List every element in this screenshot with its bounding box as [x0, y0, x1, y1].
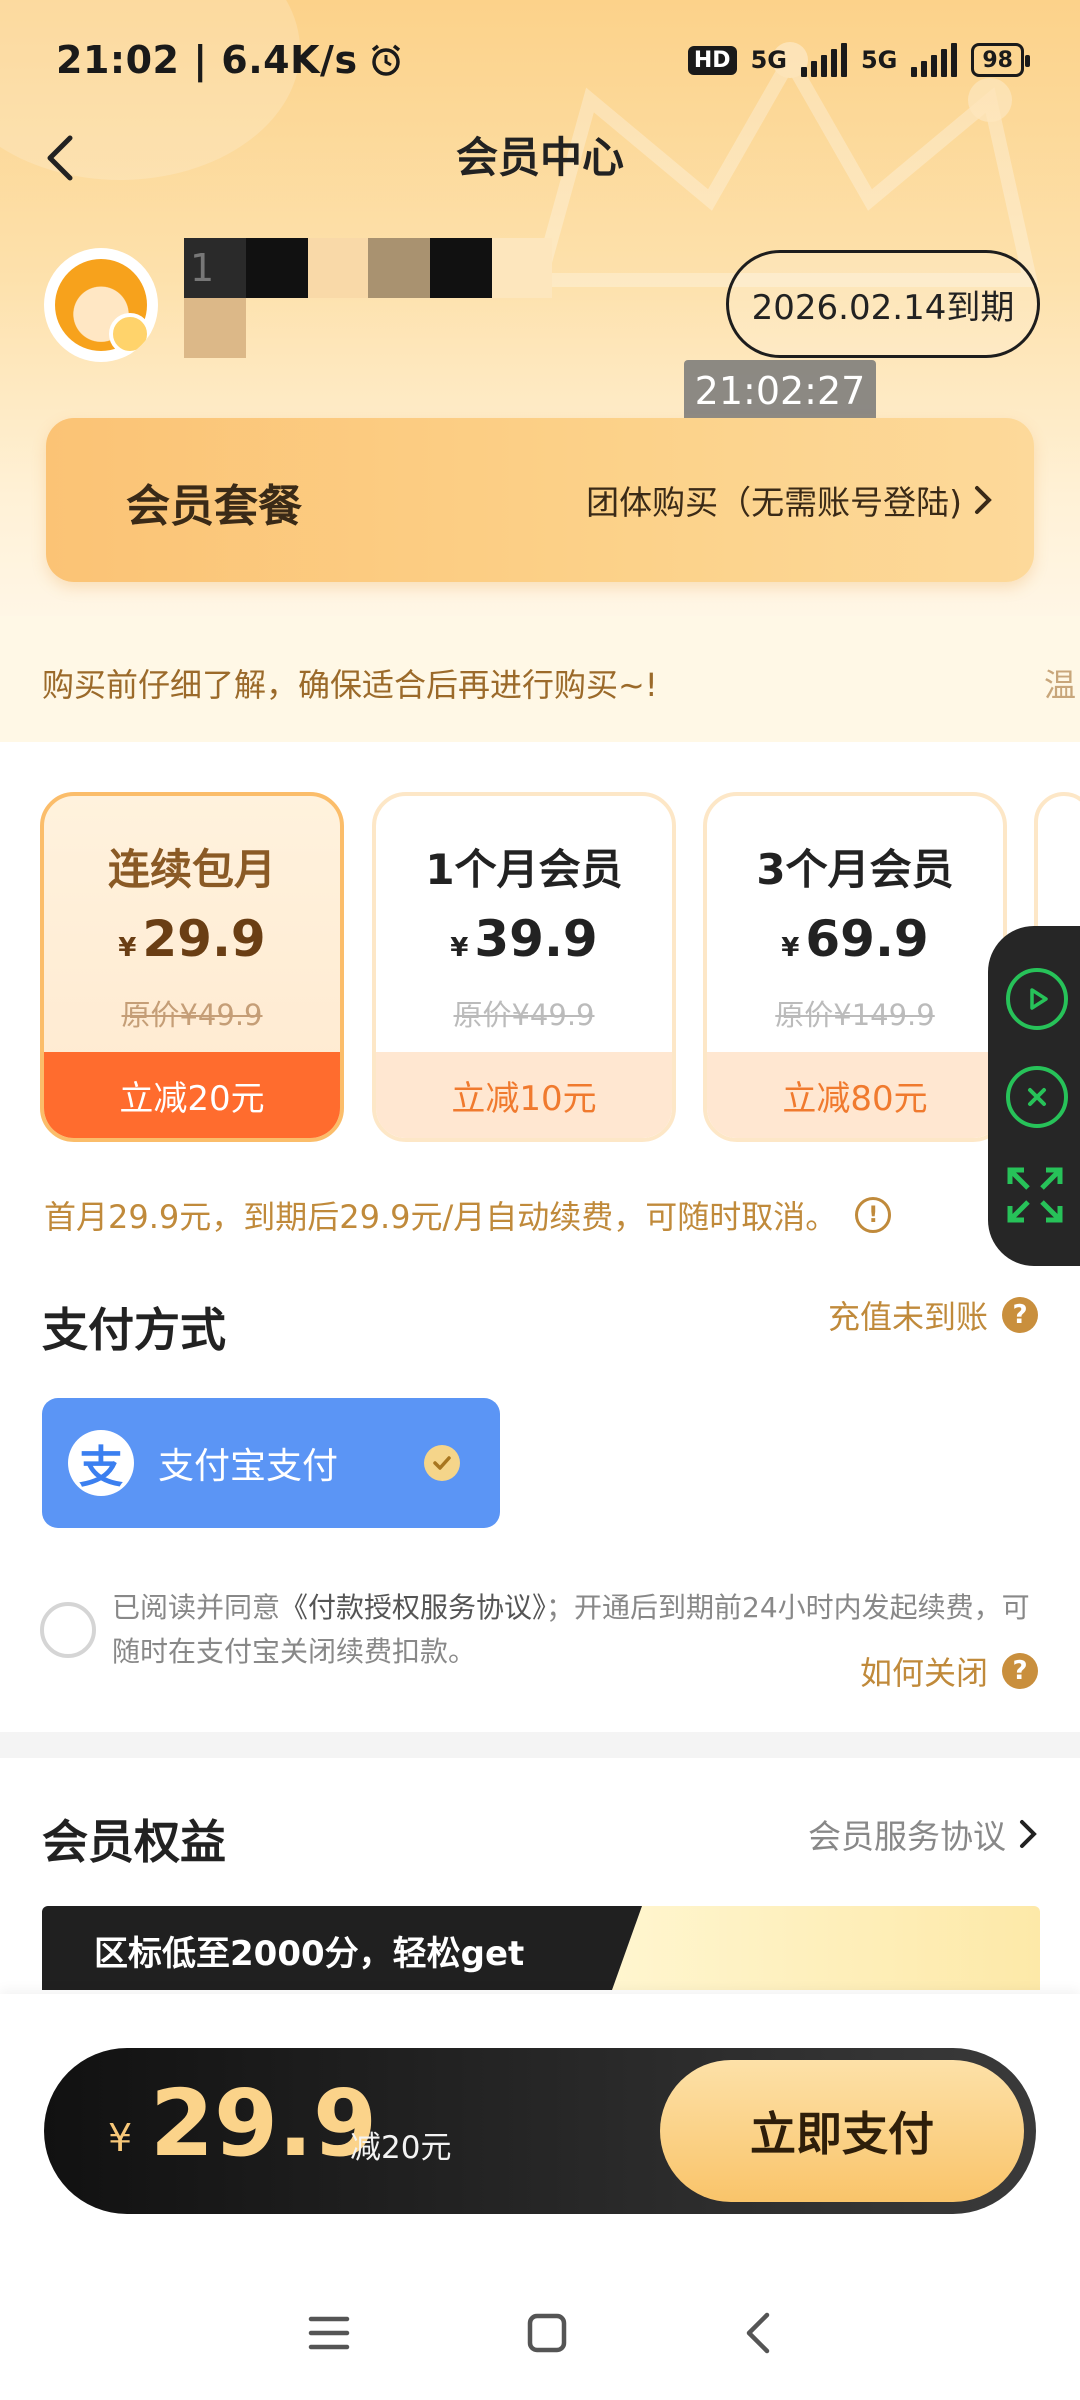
autorenew-note: 首月29.9元，到期后29.9元/月自动续费，可随时取消。 ! [44, 1192, 892, 1238]
group-buy-link[interactable]: 团体购买（无需账号登陆) [586, 476, 994, 524]
plan-card-1-month[interactable]: 1个月会员 ¥39.9 原价¥49.9 立减10元 [372, 792, 676, 1142]
group-buy-label: 团体购买（无需账号登陆) [586, 483, 962, 522]
info-icon[interactable]: ! [855, 1197, 892, 1233]
autorenew-text: 首月29.9元，到期后29.9元/月自动续费，可随时取消。 [44, 1198, 838, 1236]
plan-price: ¥69.9 [707, 910, 1003, 968]
plan-card-3-month[interactable]: 3个月会员 ¥69.9 原价¥149.9 立减80元 [703, 792, 1007, 1142]
banner-light-bg [602, 1906, 1040, 1990]
help-icon: ? [1002, 1653, 1038, 1689]
agree-checkbox[interactable] [40, 1602, 96, 1658]
pay-now-button[interactable]: 立即支付 [660, 2060, 1024, 2202]
redact-block [492, 238, 552, 298]
battery-level: 98 [982, 47, 1013, 73]
total-currency: ¥ [108, 2116, 133, 2160]
recharge-not-arrived-link[interactable]: 充值未到账 ? [828, 1292, 1038, 1338]
plan-original-price: 原价¥149.9 [775, 998, 935, 1032]
notice-text-next: 温 [1044, 666, 1077, 704]
system-nav-bar [0, 2290, 1080, 2380]
alipay-label: 支付宝支付 [158, 1446, 339, 1487]
network-5g-1: 5G [750, 46, 787, 74]
help-icon: ? [1002, 1297, 1038, 1333]
banner-text: 区标低至2000分，轻松get [94, 1934, 525, 1974]
notice-text: 购买前仔细了解，确保适合后再进行购买~! [42, 666, 658, 704]
benefits-title: 会员权益 [42, 1815, 226, 1869]
redact-block [184, 298, 246, 358]
redact-block [308, 238, 368, 298]
member-package-bar: 会员套餐 团体购买（无需账号登陆) [46, 418, 1034, 582]
floating-control-panel [988, 926, 1080, 1266]
home-square-icon [527, 2313, 567, 2353]
close-icon [1028, 1088, 1046, 1106]
alarm-icon [371, 44, 400, 76]
redact-block [368, 238, 430, 298]
signal-icon [800, 43, 847, 77]
currency-symbol: ¥ [118, 933, 137, 963]
play-icon [1030, 988, 1048, 1010]
status-icons: HD 5G 5G 98 [687, 43, 1030, 77]
status-bar: 21:02 | 6.4K/s HD 5G 5G 98 [0, 0, 1080, 120]
signal-icon-2 [911, 43, 958, 77]
section-divider [0, 1732, 1080, 1758]
plan-price: ¥39.9 [376, 910, 672, 968]
hd-badge: HD [687, 45, 737, 75]
clock-overlay: 21:02:27 [684, 360, 876, 422]
expand-icon [1007, 1167, 1063, 1223]
status-time-text: 21:02 | 6.4K/s [56, 38, 358, 82]
plan-price: ¥29.9 [44, 910, 340, 968]
alipay-icon: 支 [68, 1430, 134, 1496]
network-5g-2: 5G [860, 46, 898, 74]
username-first-char: 1 [184, 238, 246, 298]
payment-title: 支付方式 [42, 1303, 226, 1357]
pay-bar: ¥ 29.9 减20元 立即支付 [44, 2048, 1036, 2214]
plan-original-price: 原价¥49.9 [453, 998, 595, 1032]
recharge-label: 充值未到账 [827, 1298, 988, 1336]
plan-price-value: 69.9 [805, 910, 929, 968]
plan-discount: 立减10元 [376, 1052, 672, 1138]
currency-symbol: ¥ [450, 933, 469, 963]
plan-name: 3个月会员 [756, 845, 954, 894]
notice-marquee: 购买前仔细了解，确保适合后再进行购买~! 温 [0, 616, 1080, 742]
plan-original-price: 原价¥49.9 [121, 998, 263, 1032]
benefit-banner[interactable]: 区标低至2000分，轻松get [42, 1906, 1040, 1990]
plan-card-monthly-auto[interactable]: 连续包月 ¥29.9 原价¥49.9 立减20元 [40, 792, 344, 1142]
status-time: 21:02 | 6.4K/s [56, 38, 404, 82]
expire-date-badge: 2026.02.14到期 [726, 250, 1040, 358]
close-button[interactable] [1006, 1066, 1068, 1128]
page-title: 会员中心 [455, 133, 624, 182]
total-save: 减20元 [350, 2130, 452, 2166]
battery-icon: 98 [971, 43, 1030, 77]
plan-name: 连续包月 [107, 845, 276, 894]
back-triangle-icon [746, 2312, 770, 2354]
plan-discount: 立减20元 [44, 1052, 340, 1138]
package-title: 会员套餐 [126, 481, 302, 532]
how-to-close-link[interactable]: 如何关闭 ? [860, 1648, 1038, 1694]
menu-icon [308, 2316, 350, 2350]
plan-cards: 连续包月 ¥29.9 原价¥49.9 立减20元 1个月会员 ¥39.9 原价¥… [0, 792, 1080, 1144]
member-service-agreement-link[interactable]: 会员服务协议 [808, 1810, 1038, 1858]
how-close-label: 如何关闭 [859, 1654, 988, 1692]
service-link-label: 会员服务协议 [808, 1817, 1006, 1856]
expand-button[interactable] [1004, 1164, 1066, 1226]
chevron-right-icon [1020, 1820, 1037, 1848]
avatar[interactable] [44, 248, 158, 362]
alipay-option[interactable]: 支 支付宝支付 [42, 1398, 500, 1528]
currency-symbol: ¥ [781, 933, 800, 963]
page: 21:02 | 6.4K/s HD 5G 5G 98 会员中心 1 2026.0… [0, 0, 1080, 2400]
plan-name: 1个月会员 [425, 845, 623, 894]
home-nav-button[interactable] [525, 2311, 569, 2359]
avatar-image [55, 259, 151, 355]
play-button[interactable] [1006, 968, 1068, 1030]
plan-price-value: 39.9 [474, 910, 598, 968]
check-icon [424, 1445, 460, 1481]
payment-auth-agreement-link[interactable]: 《付款授权服务协议》 [280, 1591, 546, 1624]
plan-price-value: 29.9 [142, 910, 266, 968]
chevron-right-icon [975, 486, 992, 514]
plan-discount: 立减80元 [707, 1052, 1003, 1138]
total-amount: 29.9 [150, 2070, 377, 2177]
agreement-prefix: 已阅读并同意 [112, 1591, 281, 1624]
redact-block [430, 238, 492, 298]
menu-nav-button[interactable] [307, 2313, 351, 2357]
back-nav-button[interactable] [743, 2311, 773, 2359]
redact-block [246, 238, 308, 298]
